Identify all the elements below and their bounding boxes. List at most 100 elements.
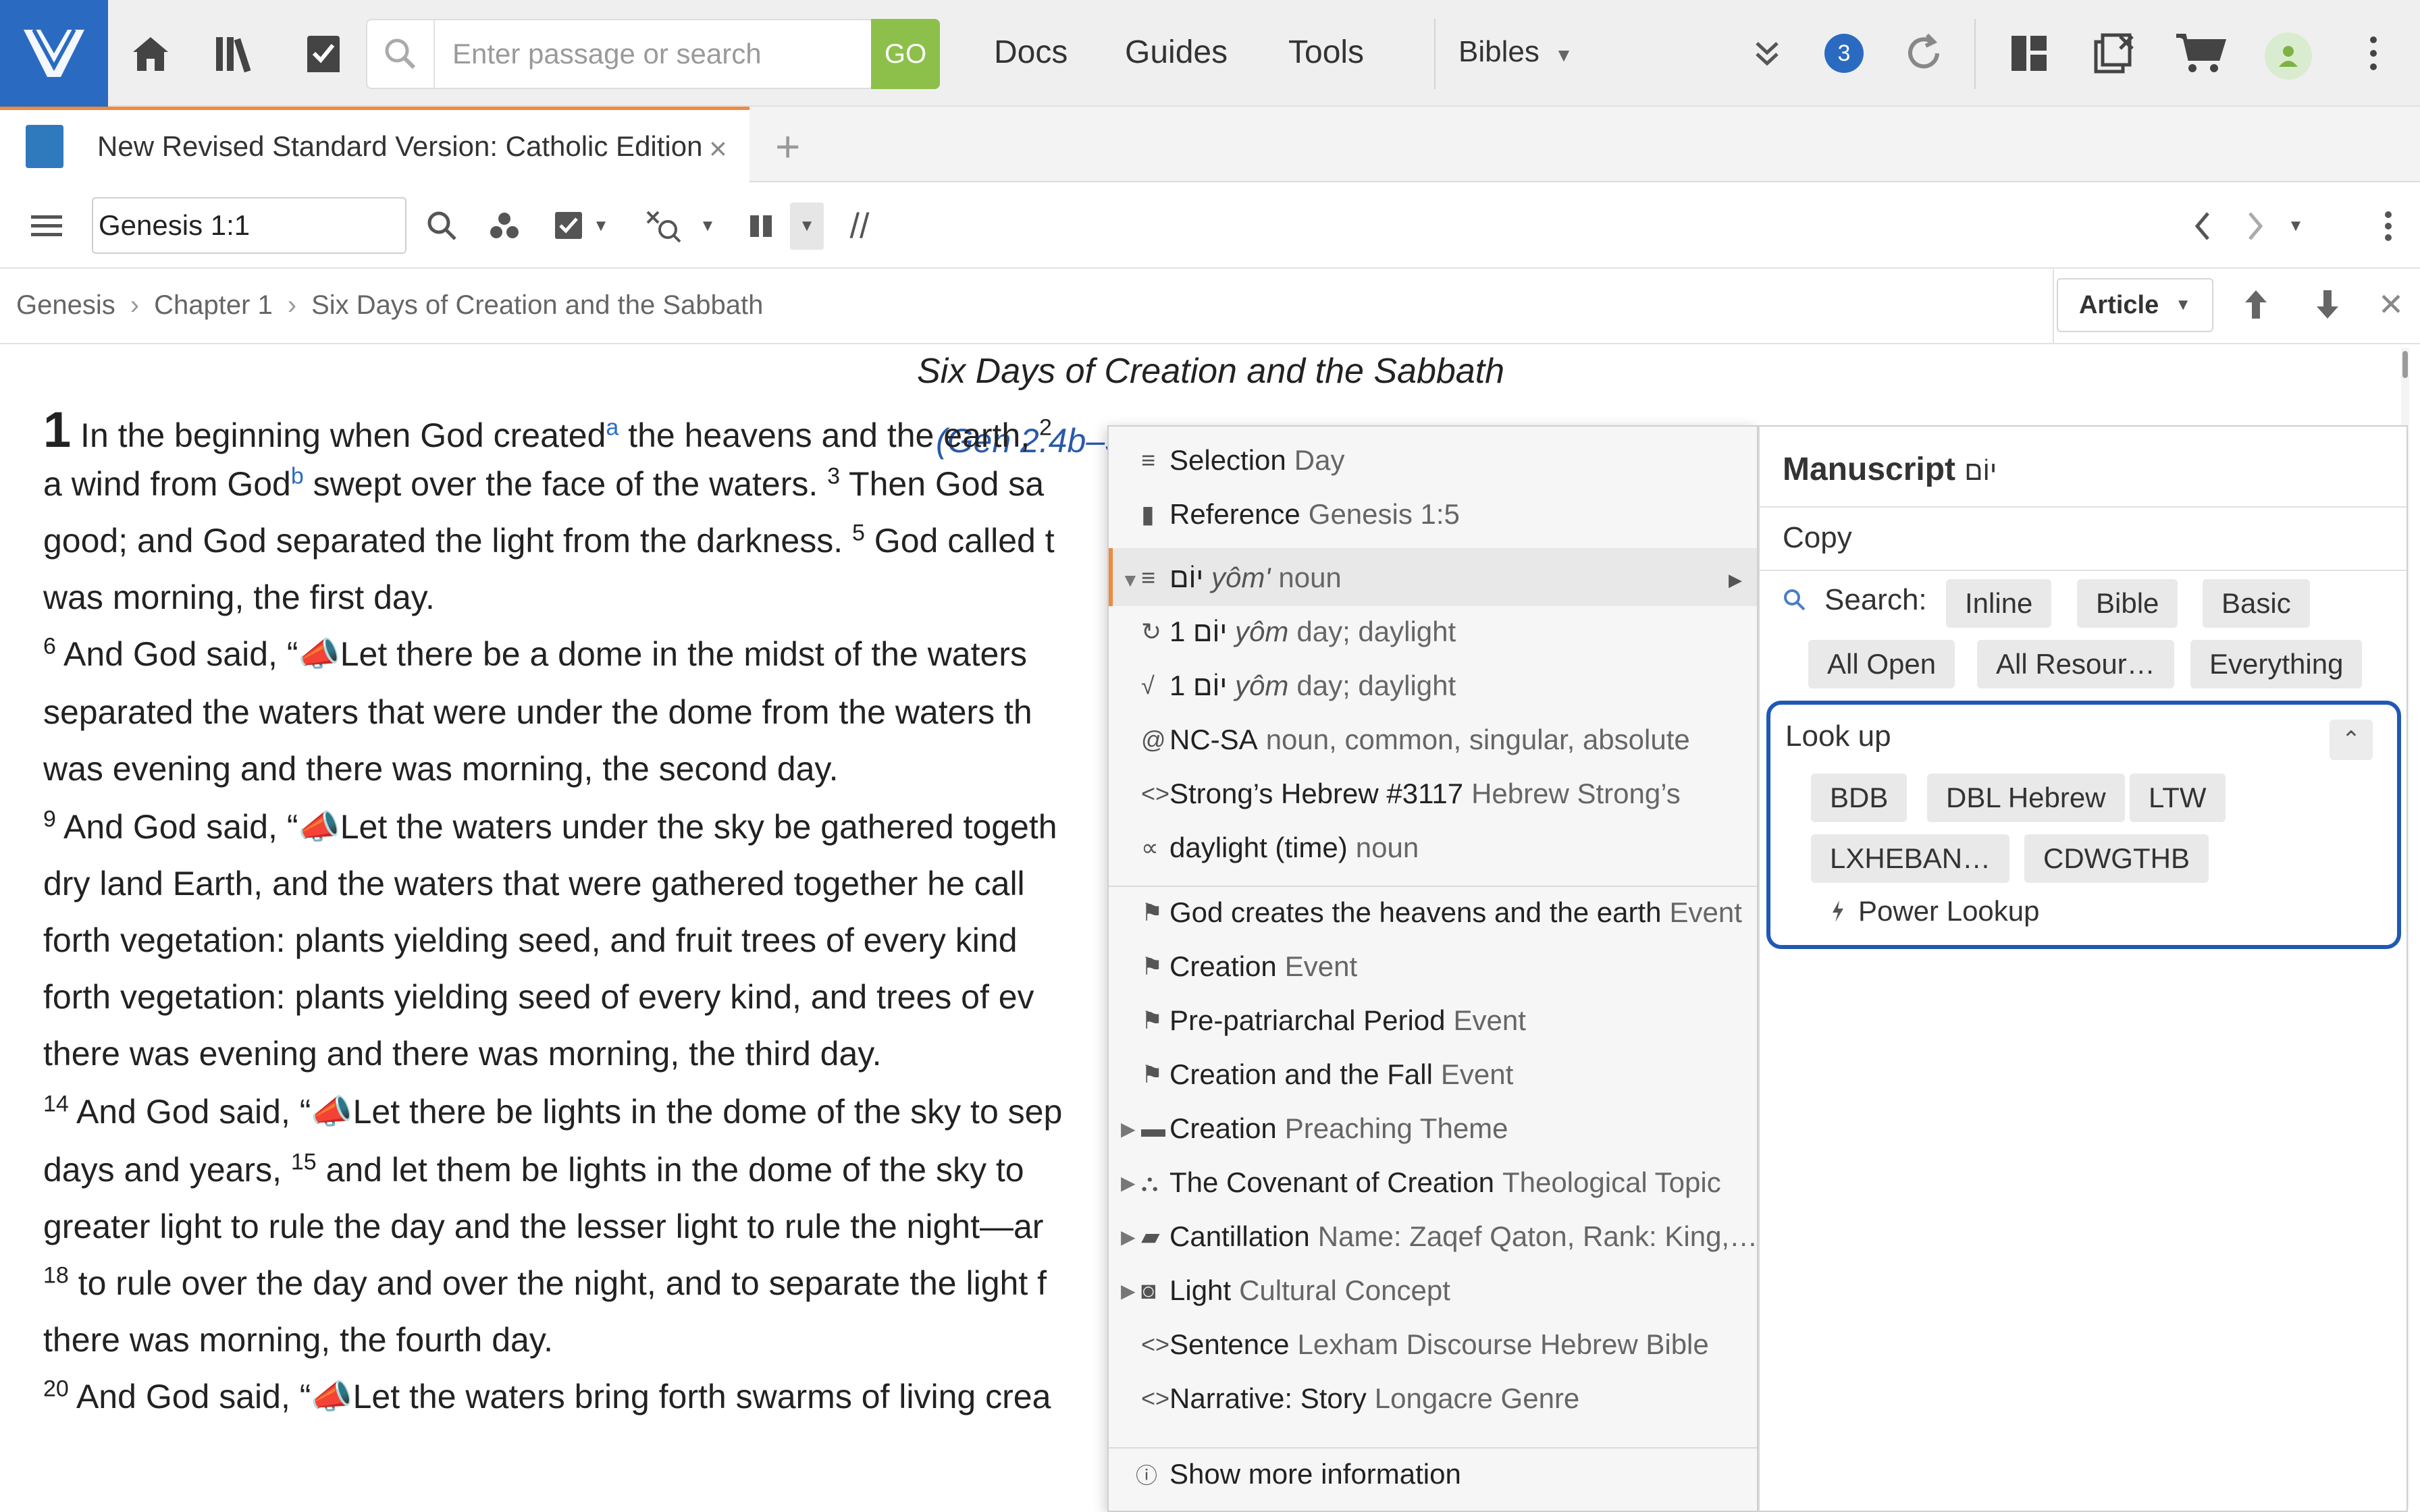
lookup-title: Look up <box>1785 720 1891 753</box>
bibles-menu[interactable]: Bibles ▼ <box>1458 35 1573 69</box>
expand-arrow-icon[interactable]: ▶ <box>1121 1172 1136 1194</box>
close-icon[interactable]: × <box>709 130 727 167</box>
home-icon[interactable] <box>122 24 180 82</box>
layouts-icon[interactable] <box>2000 24 2058 82</box>
lookup-dbl-hebrew-button[interactable]: DBL Hebrew <box>1927 774 2125 822</box>
lookup-ltw-button[interactable]: LTW <box>2130 774 2226 822</box>
columns-icon[interactable] <box>737 202 785 250</box>
expand-arrow-icon[interactable]: ▶ <box>1121 1226 1136 1248</box>
library-icon[interactable] <box>208 24 266 82</box>
passage-search-input[interactable] <box>435 22 872 86</box>
arrow-up-icon[interactable] <box>2232 281 2280 328</box>
checklist-icon[interactable] <box>546 202 593 250</box>
more-vertical-icon[interactable] <box>2344 24 2402 82</box>
menu-item-event[interactable]: ⚑ Pre-patriarchal Period Event <box>1141 1004 1526 1037</box>
breadcrumb-section[interactable]: Six Days of Creation and the Sabbath <box>311 290 763 321</box>
search-bible-button[interactable]: Bible <box>2077 579 2178 628</box>
view-mode-dropdown[interactable]: Article ▼ <box>2057 278 2213 332</box>
forward-icon[interactable] <box>2232 202 2280 250</box>
visual-filter-icon[interactable] <box>481 202 528 250</box>
verse-line: good; and God separated the light from t… <box>43 521 1055 560</box>
search-inline-button[interactable]: Inline <box>1946 579 2052 628</box>
menu-item-event[interactable]: ⚑ God creates the heavens and the earth … <box>1141 896 1742 929</box>
notification-badge[interactable]: 3 <box>1824 34 1864 73</box>
lookup-lxheban-button[interactable]: LXHEBAN… <box>1811 834 2010 883</box>
close-all-icon[interactable] <box>2085 24 2143 82</box>
chevron-up-icon[interactable]: ⌃ <box>2330 720 2373 760</box>
scrollbar-thumb[interactable] <box>2402 351 2408 378</box>
menu-item-topic[interactable]: ⛬ The Covenant of Creation Theological T… <box>1141 1166 1721 1199</box>
inline-search-icon[interactable] <box>640 202 687 250</box>
menu-divider <box>1109 886 1757 887</box>
checklist-icon[interactable] <box>294 24 352 82</box>
power-lookup-action[interactable]: Power Lookup <box>1830 895 2040 927</box>
search-everything-button[interactable]: Everything <box>2190 640 2363 688</box>
search-icon[interactable] <box>367 20 435 88</box>
menu-item-event[interactable]: ⚑ Creation and the Fall Event <box>1141 1058 1513 1091</box>
menu-item-topic[interactable]: <> Sentence Lexham Discourse Hebrew Bibl… <box>1141 1328 1709 1361</box>
reference-input[interactable] <box>92 197 406 254</box>
history-dropdown-icon[interactable]: ▼ <box>2282 202 2309 250</box>
verse-number: 15 <box>290 1149 317 1175</box>
chevron-down-icon[interactable]: ▼ <box>694 202 721 250</box>
show-more-information[interactable]: ⓘ Show more information <box>1136 1458 1461 1490</box>
copy-action[interactable]: Copy <box>1783 521 1852 555</box>
more-vertical-icon[interactable] <box>2365 202 2412 250</box>
search-icon[interactable] <box>419 202 466 250</box>
code-icon: <> <box>1141 1384 1170 1412</box>
footnote-marker[interactable]: a <box>606 414 619 440</box>
verse-number: 9 <box>43 806 56 832</box>
expand-arrow-icon[interactable]: ▶ <box>1121 1118 1136 1140</box>
sync-icon[interactable] <box>1895 24 1953 82</box>
guides-menu[interactable]: Guides <box>1125 34 1228 71</box>
chevron-down-icon[interactable]: ▼ <box>587 202 614 250</box>
menu-item-selection[interactable]: ≡ Selection Day <box>1141 444 1344 477</box>
footnote-marker[interactable]: b <box>291 463 304 489</box>
breadcrumb-divider <box>2053 269 2054 343</box>
lookup-bdb-button[interactable]: BDB <box>1811 774 1908 822</box>
menu-item-root[interactable]: √ 1 יוֹם yôm day; daylight <box>1141 670 1456 702</box>
parallel-resources-icon[interactable]: // <box>836 202 883 250</box>
submenu-arrow-icon[interactable]: ▶ <box>1729 570 1742 591</box>
cart-icon[interactable] <box>2172 24 2230 82</box>
menu-item-topic[interactable]: ▰ Cantillation Name: Zaqef Qaton, Rank: … <box>1141 1220 1757 1253</box>
menu-item-topic[interactable]: ◙ Light Cultural Concept <box>1141 1274 1450 1307</box>
breadcrumb-book[interactable]: Genesis <box>16 290 115 321</box>
verse-line: days and years, 15 and let them be light… <box>43 1150 1024 1189</box>
tab-nrsvce[interactable]: New Revised Standard Version: Catholic E… <box>0 107 749 182</box>
menu-item-event[interactable]: ⚑ Creation Event <box>1141 950 1357 983</box>
root-icon: √ <box>1141 672 1155 699</box>
app-logo[interactable] <box>0 0 108 107</box>
breadcrumb-chapter[interactable]: Chapter 1 <box>154 290 273 321</box>
expand-arrow-icon[interactable]: ▶ <box>1121 1280 1136 1302</box>
avatar[interactable] <box>2265 32 2312 80</box>
search-basic-button[interactable]: Basic <box>2203 579 2310 628</box>
menu-item-sense[interactable]: ∝ daylight (time) noun <box>1141 832 1419 864</box>
chevron-down-icon[interactable]: ▼ <box>790 202 824 250</box>
verse-text: there was evening and there was morning,… <box>43 1035 882 1073</box>
menu-divider <box>1109 1447 1757 1449</box>
bookmark-icon: ▮ <box>1141 500 1155 528</box>
menu-item-topic[interactable]: ▬ Creation Preaching Theme <box>1141 1112 1508 1145</box>
hamburger-menu-icon[interactable] <box>23 202 70 250</box>
go-button[interactable]: GO <box>871 19 940 89</box>
lemma-icon: ↻ <box>1141 618 1162 645</box>
back-icon[interactable] <box>2178 202 2226 250</box>
add-tab-button[interactable]: + <box>775 122 800 171</box>
docs-menu[interactable]: Docs <box>994 34 1068 71</box>
menu-item-lemma[interactable]: ↻ 1 יוֹם yôm day; daylight <box>1141 616 1456 648</box>
arrow-down-icon[interactable] <box>2304 281 2351 328</box>
close-icon[interactable]: ✕ <box>2367 281 2415 328</box>
menu-item-topic[interactable]: <> Narrative: Story Longacre Genre <box>1141 1382 1579 1415</box>
search-all-resources-button[interactable]: All Resour… <box>1977 640 2174 688</box>
menu-item-word[interactable]: ≡ יוֹם yôm' noun <box>1141 562 1342 594</box>
double-chevron-down-icon[interactable] <box>1738 24 1796 82</box>
menu-item-strongs[interactable]: <> Strong’s Hebrew #3117 Hebrew Strong’s <box>1141 778 1681 810</box>
menu-item-morphology[interactable]: @ NC-SA noun, common, singular, absolute <box>1141 724 1690 756</box>
lookup-cdwgthb-button[interactable]: CDWGTHB <box>2024 834 2209 883</box>
tools-menu[interactable]: Tools <box>1288 34 1364 71</box>
logos-logo-icon <box>24 28 84 77</box>
search-all-open-button[interactable]: All Open <box>1808 640 1955 688</box>
menu-item-reference[interactable]: ▮ Reference Genesis 1:5 <box>1141 498 1460 531</box>
expanded-arrow-icon[interactable]: ▼ <box>1121 570 1140 591</box>
